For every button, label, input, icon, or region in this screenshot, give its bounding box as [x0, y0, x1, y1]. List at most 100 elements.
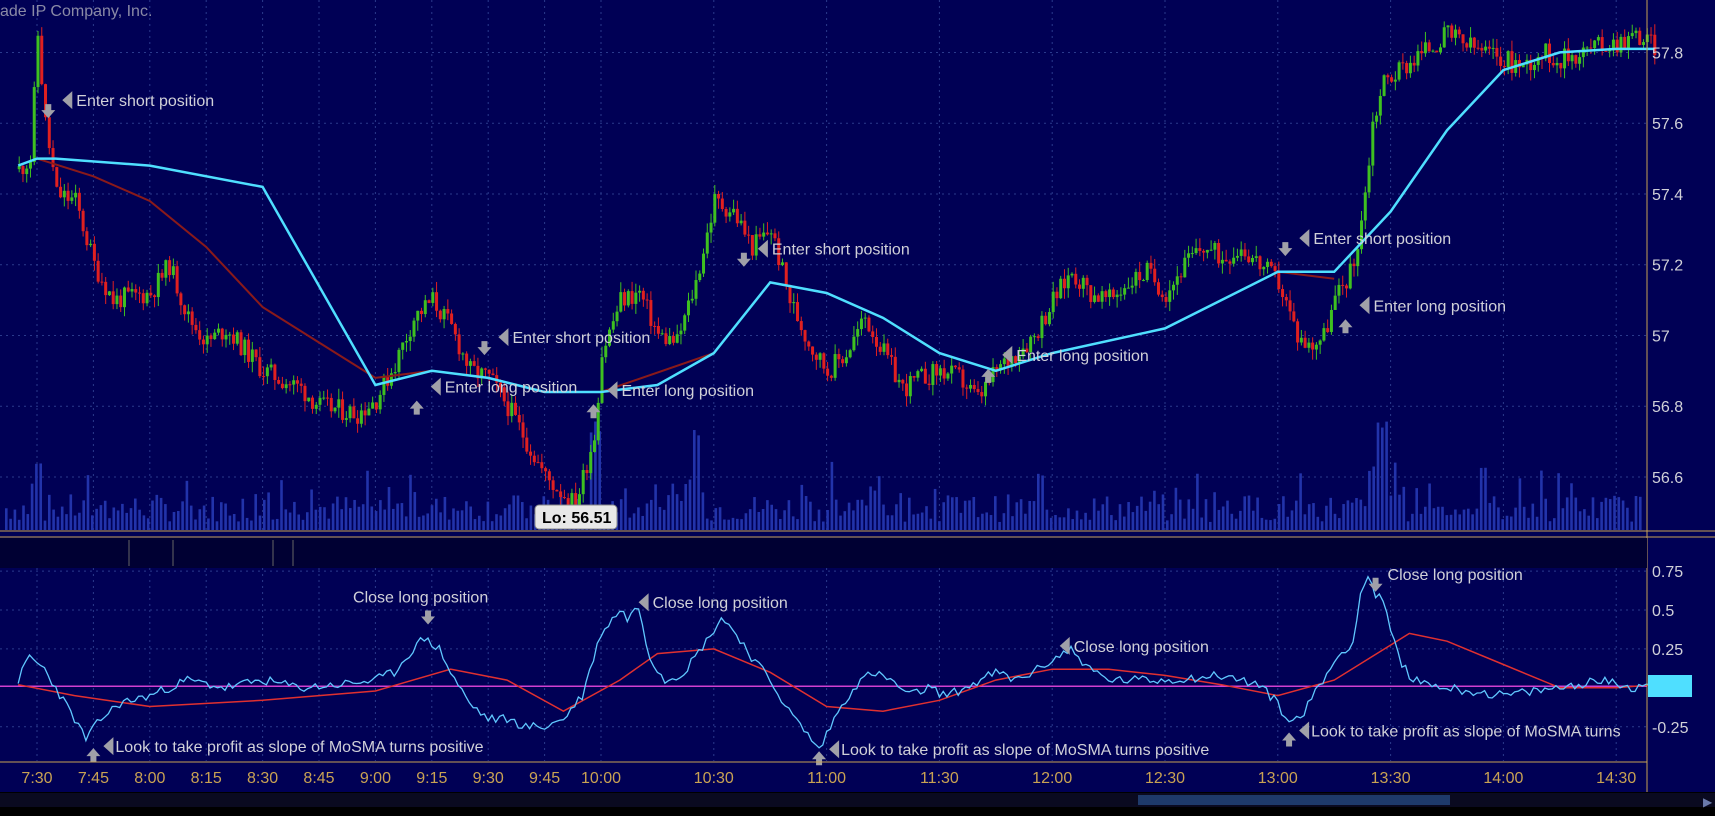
volume-bar [370, 506, 374, 530]
candle-body [168, 260, 172, 276]
volume-bar [1548, 521, 1552, 530]
candle-body [1502, 65, 1506, 68]
volume-bar [916, 513, 920, 530]
candle-body [333, 407, 337, 412]
volume-bar [1015, 502, 1019, 530]
volume-bar [1178, 499, 1182, 530]
volume-bar [877, 476, 881, 530]
candle-body [811, 346, 815, 355]
candle-body [1093, 295, 1097, 302]
candle-body [1183, 257, 1187, 278]
candle-body [232, 334, 236, 344]
time-tick-label: 10:30 [694, 770, 734, 787]
volume-bar [727, 519, 730, 530]
volume-bar [671, 483, 675, 530]
volume-bar [1118, 504, 1122, 530]
low-label: Lo: 56.51 [542, 510, 611, 527]
volume-bar [1006, 494, 1010, 530]
volume-bar [288, 512, 292, 530]
volume-bar [985, 512, 988, 530]
candle-body [431, 292, 435, 303]
scrollbar-track[interactable] [0, 793, 1715, 807]
volume-bar [1617, 497, 1621, 530]
candle-body [1160, 294, 1164, 298]
candle-body [28, 161, 32, 169]
candle-body [149, 292, 153, 296]
candle-body [972, 384, 976, 390]
volume-bar [202, 505, 206, 530]
volume-bar [1183, 518, 1186, 530]
candle-body [468, 361, 472, 366]
volume-bar [1269, 520, 1272, 530]
volume-bar [925, 506, 928, 530]
candle-body [641, 290, 645, 300]
volume-bar [1561, 508, 1565, 530]
candle-body [190, 311, 194, 325]
candle-body [303, 385, 307, 402]
volume-bar [1522, 506, 1526, 530]
candle-body [1499, 56, 1503, 66]
time-tick-label: 11:00 [807, 770, 846, 787]
scroll-right-arrow-icon[interactable]: ▶ [1703, 795, 1713, 809]
volume-bar [1634, 496, 1638, 530]
company-text: ade IP Company, Inc. [0, 3, 152, 20]
candle-body [1390, 77, 1394, 82]
volume-bar [366, 470, 369, 530]
candle-body [1476, 47, 1480, 49]
volume-bar [430, 505, 434, 530]
volume-bar [946, 495, 950, 530]
candle-body [758, 234, 762, 237]
candle-body [465, 353, 469, 366]
candle-body [115, 295, 119, 305]
candle-body [589, 451, 593, 474]
candle-body [1078, 284, 1082, 289]
volume-bar [804, 496, 808, 530]
candle-body [70, 197, 74, 201]
candle-body [1126, 287, 1130, 289]
volume-bar [1492, 496, 1496, 530]
candle-body [1205, 249, 1209, 253]
candle-body [799, 321, 803, 331]
volume-bar [1372, 466, 1375, 530]
candle-body [1198, 248, 1202, 251]
volume-bar [783, 510, 786, 530]
volume-bar [1639, 496, 1642, 530]
volume-bar [134, 498, 137, 530]
volume-bar [972, 496, 976, 530]
volume-bar [306, 512, 309, 530]
time-tick-label: 8:15 [191, 770, 222, 787]
candle-body [814, 354, 818, 360]
volume-bar [1419, 513, 1423, 530]
volume-bar [1230, 513, 1234, 530]
price-tick-label: 57.6 [1652, 116, 1683, 133]
candle-body [1469, 37, 1473, 48]
time-tick-label: 9:15 [416, 770, 447, 787]
candle-body [626, 291, 630, 306]
volume-bar [336, 496, 339, 530]
volume-bar [78, 512, 81, 530]
volume-bar [1264, 519, 1268, 530]
candle-body [254, 349, 258, 358]
candle-body [235, 332, 239, 344]
scrollbar-thumb[interactable] [1138, 795, 1450, 805]
candle-body [1461, 34, 1465, 44]
candle-body [732, 208, 736, 213]
volume-bar [1295, 500, 1298, 530]
candle-body [705, 232, 709, 254]
volume-bar [637, 507, 640, 530]
candle-body [965, 387, 969, 389]
candle-body [848, 350, 852, 358]
volume-bar [426, 513, 429, 530]
candle-body [198, 330, 202, 340]
candle-body [186, 311, 190, 315]
volume-bar [1626, 507, 1629, 530]
candle-body [1299, 337, 1303, 343]
volume-bar [1583, 509, 1586, 530]
candle-body [81, 210, 85, 232]
volume-bar [1389, 495, 1393, 530]
candle-body [32, 87, 36, 162]
volume-bar [1135, 505, 1139, 530]
candle-body [205, 335, 209, 345]
candle-body [1104, 291, 1108, 298]
price-tick-label: 57.8 [1652, 45, 1683, 62]
